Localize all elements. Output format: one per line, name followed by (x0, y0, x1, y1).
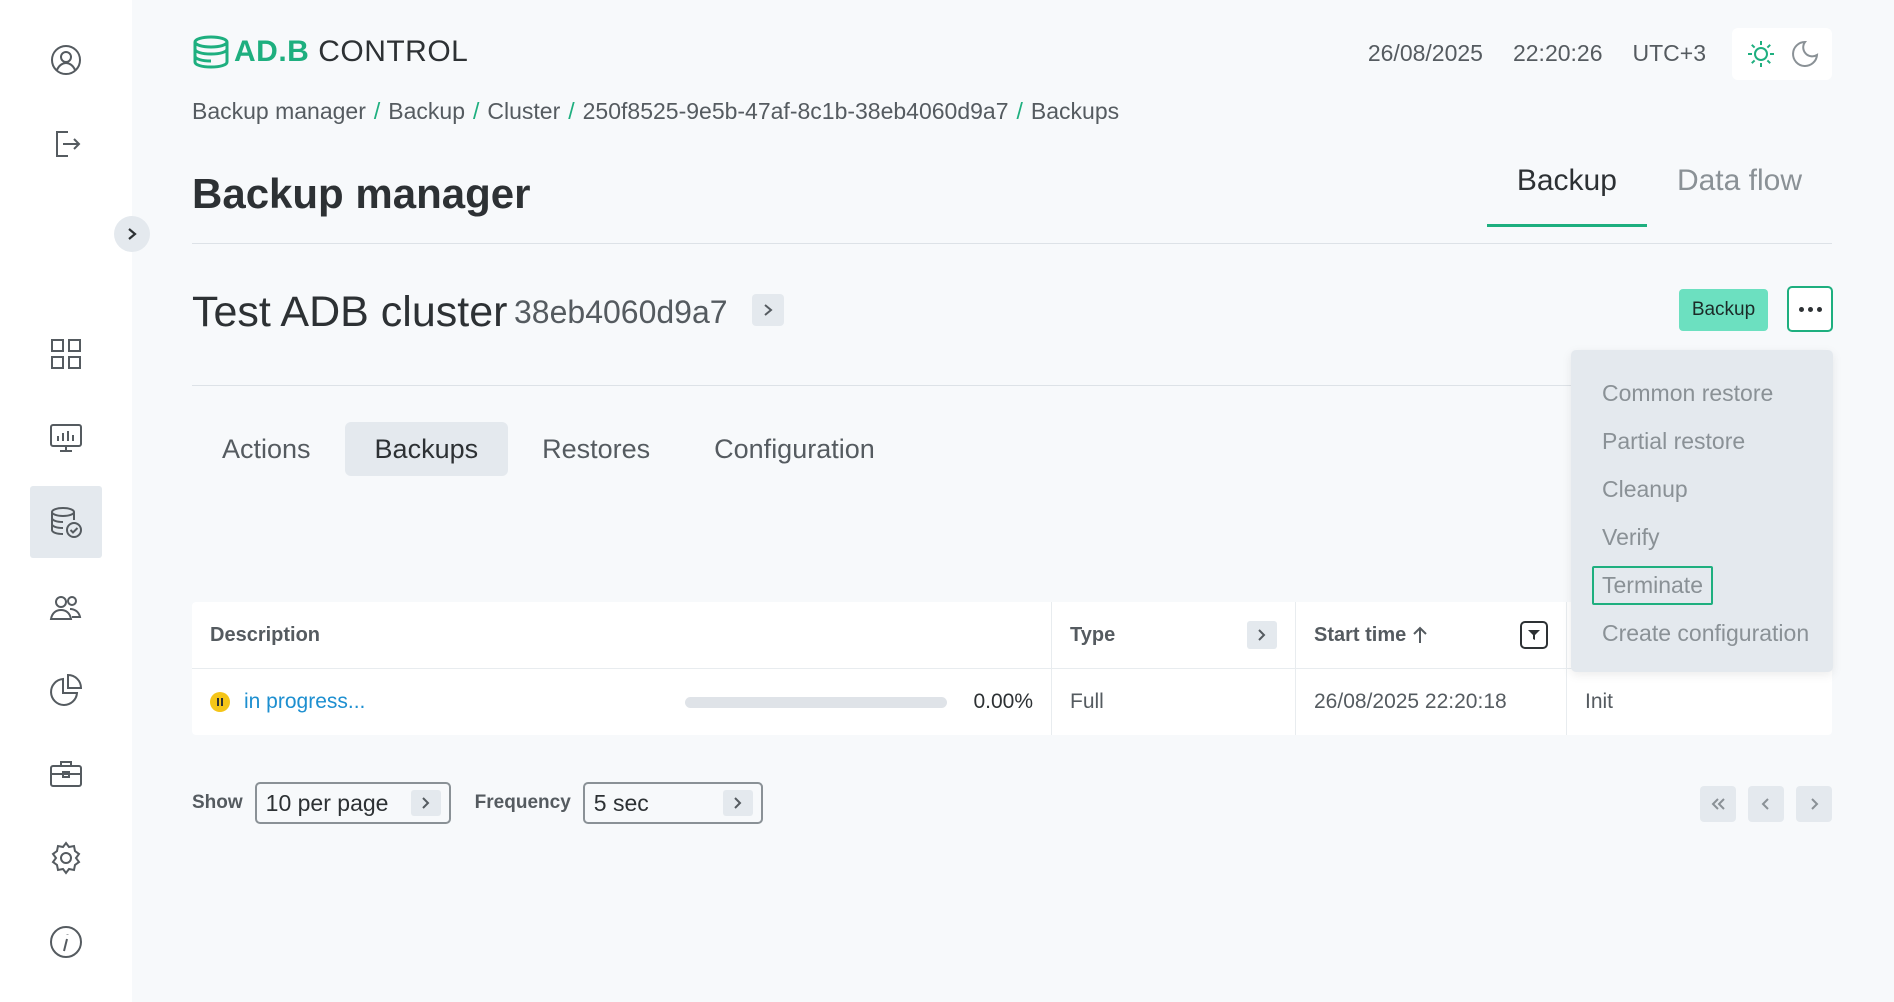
sidebar-item-analytics[interactable] (30, 654, 102, 726)
subtab-restores[interactable]: Restores (512, 422, 680, 476)
more-actions-menu: Common restore Partial restore Cleanup V… (1571, 350, 1833, 672)
sidebar-item-settings[interactable] (30, 822, 102, 894)
sidebar-item-jobs[interactable] (30, 738, 102, 810)
sidebar-item-dashboard[interactable] (30, 318, 102, 390)
backup-database-icon (51, 507, 82, 538)
info-icon (50, 926, 82, 958)
menu-item-partial-restore[interactable]: Partial restore (1592, 422, 1755, 461)
user-button[interactable] (30, 24, 102, 96)
breadcrumb-backup[interactable]: Backup (388, 98, 465, 125)
progress-bar (685, 696, 948, 708)
previous-page-button[interactable] (1748, 786, 1784, 822)
breadcrumb-current: Backups (1030, 98, 1120, 124)
first-page-button[interactable] (1700, 786, 1736, 822)
subtab-actions[interactable]: Actions (192, 422, 341, 476)
double-chevron-left-icon (1711, 798, 1725, 810)
menu-item-create-configuration[interactable]: Create configuration (1592, 614, 1819, 653)
chevron-right-icon (1258, 629, 1266, 641)
users-icon (49, 596, 82, 620)
divider (192, 243, 1832, 244)
dashboard-icon (51, 339, 81, 369)
sort-ascending-icon (1413, 626, 1427, 643)
pagination-controls: Show 10 per page Frequency 5 sec (192, 782, 763, 824)
cluster-id: 38eb4060d9a7 (514, 294, 728, 330)
chevron-right-icon (722, 790, 753, 816)
user-icon (51, 45, 81, 75)
progress-percent: 0.00% (973, 690, 1033, 713)
sidebar-item-backup[interactable] (30, 486, 102, 558)
moon-icon (1791, 40, 1818, 67)
clock: 26/08/2025 22:20:26 UTC+3 (1368, 40, 1706, 67)
header-description: Description (192, 602, 1052, 668)
tab-data-flow[interactable]: Data flow (1647, 164, 1832, 227)
filter-icon (1528, 630, 1540, 640)
logo-database-icon (193, 35, 229, 69)
sun-icon (1747, 41, 1774, 67)
monitoring-icon (50, 424, 82, 452)
per-page-select[interactable]: 10 per page (254, 782, 451, 824)
menu-item-terminate[interactable]: Terminate (1592, 566, 1713, 605)
logo: AD.B CONTROL (192, 32, 468, 72)
header-start-time[interactable]: Start time (1296, 602, 1567, 668)
header-type: Type (1052, 602, 1296, 668)
menu-item-cleanup[interactable]: Cleanup (1592, 470, 1698, 509)
light-theme-button[interactable] (1745, 38, 1777, 70)
next-page-button[interactable] (1796, 786, 1832, 822)
show-label: Show (192, 792, 243, 813)
current-date: 26/08/2025 (1367, 40, 1483, 66)
breadcrumb: Backup manager / Backup / Cluster/ 250f852… (192, 98, 1120, 125)
chevron-left-icon (1761, 798, 1769, 810)
header-start-time-label: Start time (1314, 623, 1407, 646)
timezone: UTC+3 (1632, 40, 1707, 66)
tab-backup[interactable]: Backup (1486, 164, 1647, 227)
logo-brand: AD.B (234, 35, 310, 68)
briefcase-icon (50, 761, 82, 787)
breadcrumb-cluster-id[interactable]: 250f8525-9e5b-47af-8c1b-38eb4060d9a7 (583, 98, 1009, 125)
chevron-right-icon (764, 304, 773, 316)
breadcrumb-cluster[interactable]: Cluster (487, 98, 560, 125)
theme-switch (1732, 28, 1832, 80)
chevron-right-icon (128, 228, 137, 240)
sidebar (0, 0, 150, 1002)
cluster-details-button[interactable] (752, 294, 784, 326)
frequency-value: 5 sec (593, 789, 649, 816)
page-tabs: Backup Data flow (1486, 164, 1832, 227)
backup-button[interactable]: Backup (1679, 289, 1768, 331)
pie-chart-icon (50, 673, 83, 706)
settings-icon (51, 841, 81, 875)
header-type-label: Type (1070, 623, 1116, 646)
per-page-value: 10 per page (265, 789, 389, 816)
menu-item-verify[interactable]: Verify (1592, 518, 1670, 557)
breadcrumb-backup-manager[interactable]: Backup manager (192, 98, 366, 125)
start-time-filter-button[interactable] (1520, 621, 1548, 649)
page-title: Backup manager (192, 170, 531, 217)
type-column-button[interactable] (1247, 621, 1277, 649)
sub-tabs: Actions Backups Restores Configuration (192, 422, 905, 476)
sidebar-item-users[interactable] (30, 572, 102, 644)
logout-button[interactable] (30, 108, 102, 180)
subtab-configuration[interactable]: Configuration (684, 422, 905, 476)
cluster-name: Test ADB cluster (192, 288, 508, 336)
frequency-select[interactable]: 5 sec (582, 782, 763, 824)
row-type: Full (1052, 669, 1296, 735)
logout-icon (56, 131, 81, 157)
subtab-backups[interactable]: Backups (344, 422, 509, 476)
status-link[interactable]: in progress... (244, 690, 365, 714)
more-actions-button[interactable] (1787, 286, 1833, 332)
sidebar-item-monitoring[interactable] (30, 402, 102, 474)
frequency-label: Frequency (474, 792, 571, 813)
row-stage: Init (1585, 690, 1614, 713)
current-time: 22:20:26 (1512, 40, 1603, 66)
page-navigation (1700, 786, 1832, 822)
sidebar-item-info[interactable] (30, 906, 102, 978)
chevron-right-icon (410, 790, 441, 816)
logo-product: CONTROL (318, 35, 469, 68)
dark-theme-button[interactable] (1790, 39, 1820, 69)
sidebar-expand-button[interactable] (114, 216, 150, 252)
chevron-right-icon (1811, 798, 1819, 810)
menu-item-common-restore[interactable]: Common restore (1592, 374, 1783, 413)
pause-status-icon (210, 692, 230, 712)
table-row[interactable]: in progress... 0.00% Full 26/08/2025 22:… (192, 669, 1832, 735)
row-start-time: 26/08/2025 22:20:18 (1296, 669, 1567, 735)
